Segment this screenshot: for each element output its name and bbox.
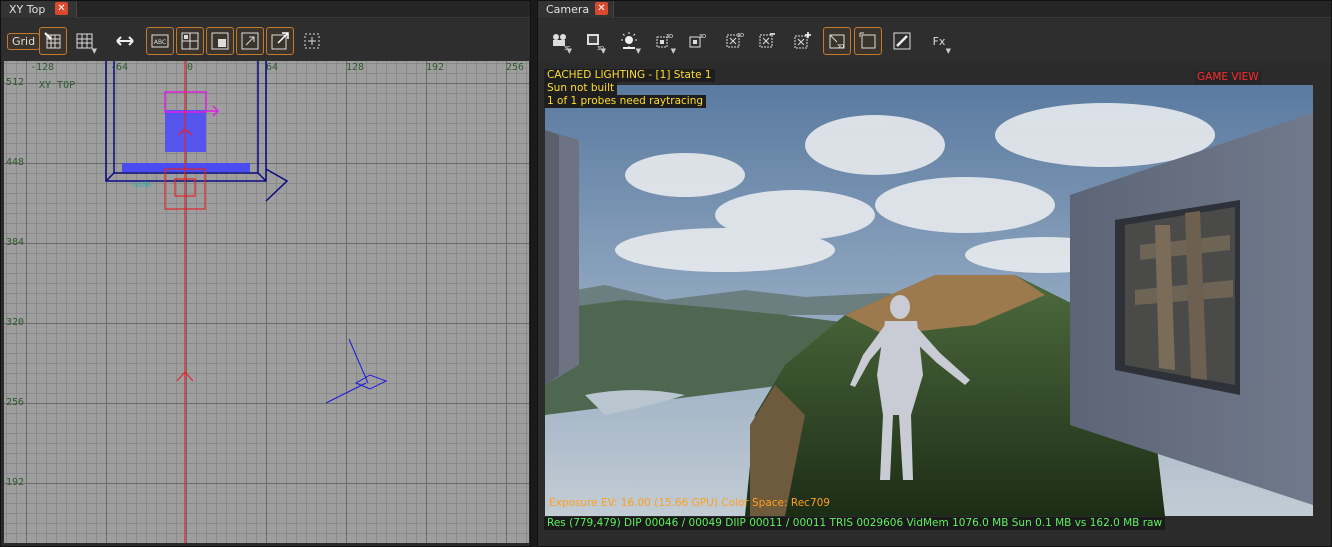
remove-node-button[interactable]: 3D <box>720 27 748 55</box>
scene-render <box>545 85 1313 516</box>
render-stats: Res (779,479) DIP 00046 / 00049 DIIP 000… <box>544 517 1166 530</box>
selection-gizmo <box>164 91 220 117</box>
cube-3d-icon: 3D <box>689 34 706 48</box>
collapse-node-button[interactable] <box>753 27 781 55</box>
link-button[interactable] <box>236 27 264 55</box>
camera-panel: Camera ✕ 3D ▼ 3D ▼ ▼ 3D ▼ 3D 3D 3D Fx ▼ … <box>537 0 1332 547</box>
target-icon <box>304 33 320 49</box>
grid-toggle-button[interactable]: ▼ <box>71 27 99 55</box>
collapse-node-icon <box>759 33 775 48</box>
chevron-down-icon: ▼ <box>566 47 572 55</box>
close-icon[interactable]: ✕ <box>595 2 608 15</box>
tab-camera[interactable]: Camera ✕ <box>538 1 614 18</box>
scene-wireframe: node <box>105 61 388 543</box>
chevron-down-icon: ▼ <box>91 47 97 55</box>
probe-status: 1 of 1 probes need raytracing <box>544 95 707 108</box>
tab-xy-top[interactable]: XY Top ✕ <box>1 1 77 18</box>
chevron-down-icon: ▼ <box>670 47 676 55</box>
labels-icon: ABC <box>151 34 169 48</box>
export-button[interactable] <box>266 27 294 55</box>
right-tab-bar: Camera ✕ <box>538 1 1331 18</box>
grid-settings-icon <box>44 32 61 49</box>
view-3d-toggle-button[interactable]: 3D <box>823 27 851 55</box>
tab-xy-top-label: XY Top <box>9 3 46 16</box>
fx-label: Fx <box>932 34 946 48</box>
export-icon <box>271 32 289 50</box>
frame-button[interactable] <box>206 27 234 55</box>
left-toolbar: Grid ▼ ABC <box>1 19 530 61</box>
stretch-horizontal-icon <box>116 36 134 46</box>
add-node-icon <box>794 32 811 49</box>
grid-settings-button[interactable] <box>39 27 67 55</box>
light-gizmo <box>325 338 388 404</box>
xy-top-viewport[interactable]: -128 -64 0 64 128 192 256 512 448 384 32… <box>4 61 529 543</box>
frame-toggle-icon <box>859 32 876 49</box>
left-tab-bar: XY Top ✕ <box>1 1 530 18</box>
light-button[interactable]: ▼ <box>615 27 643 55</box>
close-icon[interactable]: ✕ <box>55 2 68 15</box>
svg-text:3D: 3D <box>699 34 706 40</box>
xy-top-panel: XY Top ✕ Grid ▼ ABC -128 -64 0 64 128 19… <box>0 0 531 547</box>
cube-3d-button[interactable]: 3D <box>683 27 711 55</box>
grid-button[interactable]: Grid <box>7 33 41 50</box>
svg-text:3D: 3D <box>837 44 844 50</box>
svg-text:3D: 3D <box>737 33 744 39</box>
camera-3d-button[interactable]: 3D ▼ <box>546 27 574 55</box>
sun-status: Sun not built <box>544 82 618 95</box>
tab-camera-label: Camera <box>546 3 590 16</box>
layout-button[interactable] <box>176 27 204 55</box>
svg-text:ABC: ABC <box>154 39 166 46</box>
chevron-down-icon: ▼ <box>635 47 641 55</box>
link-icon <box>241 32 259 50</box>
game-view-label: GAME VIEW <box>1194 71 1262 84</box>
svg-text:3D: 3D <box>666 34 673 40</box>
camera-viewport[interactable]: CACHED LIGHTING - [1] State 1 Sun not bu… <box>544 67 1313 532</box>
labels-button[interactable]: ABC <box>146 27 174 55</box>
exposure-readout: Exposure EV: 16.00 (15.66 GPU) Color Spa… <box>549 497 830 509</box>
right-toolbar: 3D ▼ 3D ▼ ▼ 3D ▼ 3D 3D 3D Fx ▼ <box>538 19 1331 61</box>
box-3d-button[interactable]: 3D ▼ <box>650 27 678 55</box>
frame-icon <box>211 32 229 50</box>
layout-icon <box>181 32 199 50</box>
view-3d-toggle-icon: 3D <box>829 34 845 50</box>
stretch-button[interactable] <box>111 27 139 55</box>
fx-button[interactable]: Fx ▼ <box>925 27 953 56</box>
edit-button[interactable] <box>888 27 916 55</box>
chevron-down-icon: ▼ <box>600 47 606 55</box>
floor-plane <box>122 163 250 172</box>
chevron-down-icon: ▼ <box>945 47 951 55</box>
target-button[interactable] <box>298 27 326 55</box>
edit-icon <box>893 32 911 50</box>
lighting-status: CACHED LIGHTING - [1] State 1 <box>544 69 715 82</box>
remove-node-icon: 3D <box>726 33 744 48</box>
view-3d-button[interactable]: 3D ▼ <box>580 27 608 55</box>
add-node-button[interactable] <box>788 27 816 55</box>
object-label: node <box>132 180 151 189</box>
frame-toggle-button[interactable] <box>854 27 882 55</box>
